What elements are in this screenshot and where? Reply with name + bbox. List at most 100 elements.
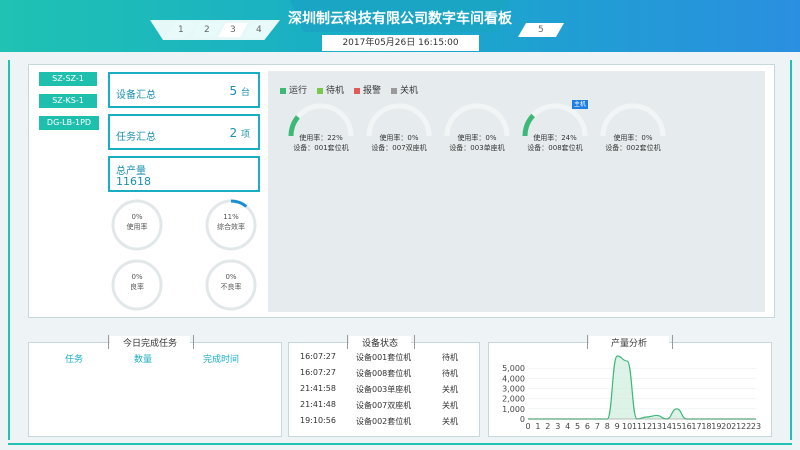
chart-y-tick: 4,000 [502, 374, 525, 383]
chart-x-tick: 11 [632, 422, 642, 431]
task-summary-value-wrap: 2 项 [230, 126, 250, 140]
chart-x-tick: 21 [731, 422, 741, 431]
chart-y-tick: 5,000 [502, 364, 525, 373]
machine-gauge-text: 使用率：0% 设备：002套位机 [594, 133, 672, 153]
status-state: 关机 [442, 385, 458, 394]
tasks-col-qty: 数量 [134, 355, 153, 365]
machine-gauge-track [366, 103, 432, 137]
status-legend: 运行 待机 报警 关机 [280, 83, 428, 96]
chart-x-tick: 10 [622, 422, 632, 431]
machine-gauge-track [600, 103, 666, 137]
legend-item: 报警 [354, 83, 381, 96]
task-summary-label: 任务汇总 [116, 132, 156, 143]
chart-x-tick: 12 [642, 422, 652, 431]
status-device: 设备008套位机 [356, 369, 412, 378]
legend-label: 报警 [363, 86, 382, 96]
chart-y-tick: 2,000 [502, 395, 525, 404]
status-row: 21:41:58 设备003单座机 关机 [300, 384, 470, 398]
task-summary-box: 任务汇总 2 项 [108, 114, 260, 150]
device-list-item-2[interactable]: SZ-KS-1 [39, 94, 97, 108]
chart-x-tick: 19 [711, 422, 721, 431]
chart-title: 产量分析 [589, 336, 669, 349]
chart-x-tick: 7 [595, 422, 600, 431]
status-device: 设备007双座机 [356, 401, 412, 410]
chart-y-tick: 3,000 [502, 385, 525, 394]
machine-device-name: 设备：003单座机 [449, 144, 505, 152]
frame-bottom-line [8, 443, 792, 445]
machine-usage: 使用率：0% [613, 134, 653, 142]
machine-badge: 主机 [572, 100, 588, 109]
status-time: 19:10:56 [300, 416, 336, 425]
chart-x-tick: 20 [721, 422, 731, 431]
device-summary-unit: 台 [240, 88, 250, 98]
machine-gauge-track [522, 103, 588, 137]
device-summary-label: 设备汇总 [116, 90, 156, 101]
status-time: 21:41:48 [300, 400, 336, 409]
machine-usage: 使用率：0% [457, 134, 497, 142]
frame-right-line [790, 60, 792, 440]
frame-left-line [8, 60, 10, 440]
status-state: 待机 [442, 369, 458, 378]
status-state: 关机 [442, 401, 458, 410]
chart-x-tick: 6 [585, 422, 590, 431]
task-summary-unit: 项 [240, 130, 250, 140]
machine-device-name: 设备：001套位机 [293, 144, 349, 152]
machine-usage: 使用率：22% [299, 134, 343, 142]
tasks-col-task: 任务 [65, 355, 84, 365]
tasks-panel-title: 今日完成任务 [110, 336, 190, 349]
machine-gauge-5[interactable]: 使用率：0% 设备：002套位机 [600, 103, 666, 163]
chart-x-tick: 14 [662, 422, 672, 431]
chart-x-tick: 3 [555, 422, 560, 431]
chart-x-tick: 16 [682, 422, 692, 431]
chart-x-tick: 2 [545, 422, 550, 431]
output-chart: 5,0004,0003,0002,0001,00000 1 2 3 4 5 6 7 8 9 10 11… [502, 355, 761, 431]
status-state: 关机 [442, 417, 458, 426]
machine-device-name: 设备：008套位机 [527, 144, 583, 152]
legend-swatch [280, 87, 286, 94]
status-state: 待机 [442, 353, 458, 362]
device-list-item-1[interactable]: SZ-SZ-1 [39, 72, 97, 86]
legend-item: 关机 [391, 83, 418, 96]
legend-swatch [317, 87, 324, 94]
chart-x-tick: 23 [751, 422, 761, 431]
chart-x-tick: 22 [741, 422, 751, 431]
status-time: 16:07:27 [300, 352, 336, 361]
status-device: 设备001套位机 [356, 353, 412, 362]
page-title: 深圳制云科技有限公司数字车间看板 [288, 11, 512, 27]
machine-usage: 使用率：0% [379, 134, 419, 142]
legend-item: 待机 [317, 83, 344, 96]
status-device: 设备003单座机 [356, 385, 412, 394]
machine-gauge-1[interactable]: 使用率：22% 设备：001套位机 [288, 103, 354, 163]
machine-gauge-track [288, 103, 354, 137]
chart-x-tick: 18 [701, 422, 711, 431]
chart-y-tick: 1,000 [502, 405, 525, 414]
device-summary-value-wrap: 5 台 [230, 84, 250, 98]
header-datetime: 2017年05月26日 16:15:00 [322, 35, 479, 51]
status-row: 16:07:27 设备001套位机 待机 [300, 352, 470, 366]
chart-x-tick: 13 [652, 422, 662, 431]
machine-gauge-text: 使用率：22% 设备：001套位机 [282, 133, 360, 153]
chart-x-tick: 5 [575, 422, 580, 431]
status-time: 21:41:58 [300, 384, 336, 393]
machine-gauge-3[interactable]: 使用率：0% 设备：003单座机 [444, 103, 510, 163]
header-tab-5[interactable]: 5 [517, 23, 565, 37]
machine-gauge-4[interactable]: 使用率：24% 设备：008套位机 主机 [522, 100, 588, 163]
machine-device-name: 设备：007双座机 [371, 144, 427, 152]
chart-x-tick: 9 [615, 422, 620, 431]
device-list-item-3[interactable]: DG-LB-1PD [39, 116, 99, 130]
chart-x-tick: 0 [525, 422, 530, 431]
chart-x-tick: 17 [691, 422, 701, 431]
status-device: 设备002套位机 [356, 417, 412, 426]
machine-gauge-text: 使用率：24% 设备：008套位机 [516, 133, 594, 153]
status-row: 21:41:48 设备007双座机 关机 [300, 400, 470, 414]
legend-swatch [354, 87, 361, 94]
chart-series-line [528, 355, 756, 420]
machine-device-name: 设备：002套位机 [605, 144, 661, 152]
chart-x-tick: 15 [672, 422, 682, 431]
legend-label: 待机 [326, 86, 345, 96]
device-summary-value: 5 [229, 84, 238, 98]
legend-item: 运行 [280, 83, 307, 96]
machine-gauge-2[interactable]: 使用率：0% 设备：007双座机 [366, 103, 432, 163]
legend-swatch [391, 87, 398, 94]
chart-area [528, 355, 756, 419]
